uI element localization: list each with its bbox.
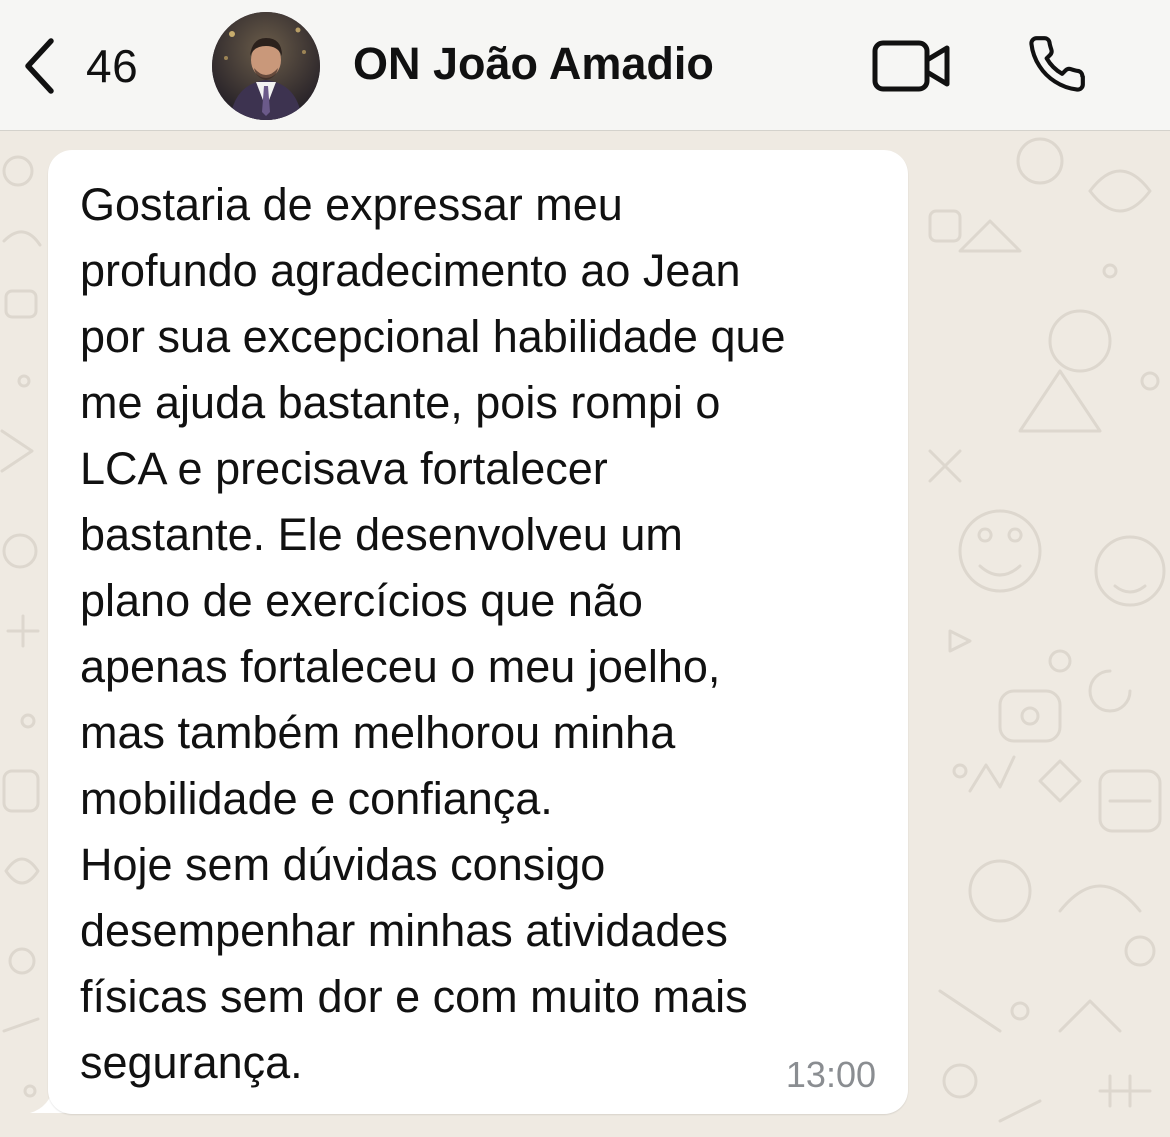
chevron-left-icon (22, 37, 56, 95)
video-call-button[interactable] (872, 36, 952, 101)
unread-count: 46 (86, 40, 139, 92)
message-bubble[interactable]: Gostaria de expressar meu profundo agrad… (48, 150, 908, 1114)
avatar-photo (212, 12, 320, 120)
video-camera-icon (872, 40, 952, 100)
voice-call-button[interactable] (1026, 33, 1088, 100)
phone-icon (1026, 36, 1088, 99)
message-timestamp: 13:00 (785, 1054, 876, 1095)
chat-header: 46 ON João Amadio (0, 0, 1170, 131)
message-text: Gostaria de expressar meu profundo agrad… (80, 179, 786, 1088)
contact-avatar[interactable] (212, 12, 320, 120)
contact-name[interactable]: ON João Amadio (353, 38, 714, 90)
back-button[interactable]: 46 (22, 34, 138, 98)
